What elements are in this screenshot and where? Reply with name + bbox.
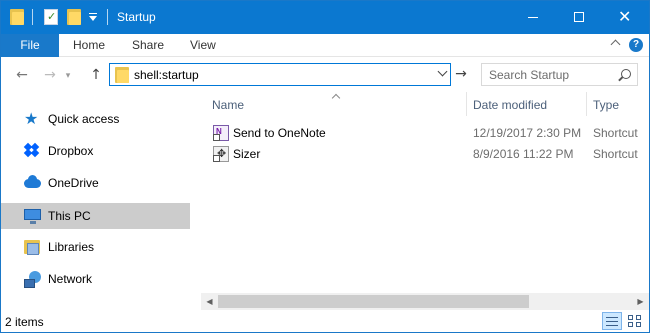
- nav-item-label: OneDrive: [48, 176, 99, 190]
- status-bar: 2 items: [1, 310, 649, 332]
- expand-ribbon-chevron-icon[interactable]: [610, 39, 622, 51]
- nav-item-label: Dropbox: [48, 144, 94, 158]
- search-icon: [621, 69, 631, 79]
- search-placeholder: Search Startup: [489, 68, 570, 82]
- nav-item-this-pc[interactable]: This PC: [1, 203, 190, 229]
- this-pc-icon: [24, 208, 42, 224]
- nav-item-libraries[interactable]: Libraries: [1, 234, 190, 260]
- details-view-button[interactable]: [602, 312, 622, 330]
- scrollbar-thumb[interactable]: [218, 295, 529, 308]
- sort-ascending-icon: [331, 92, 341, 100]
- column-header-date-modified[interactable]: Date modified: [473, 98, 547, 112]
- tab-share[interactable]: Share: [132, 34, 164, 57]
- onedrive-icon: [24, 175, 42, 191]
- maximize-button[interactable]: [556, 1, 602, 34]
- forward-button[interactable]: →: [41, 66, 59, 84]
- shortcut-arrow-icon: [213, 155, 220, 162]
- libraries-icon: [24, 239, 42, 255]
- new-folder-icon[interactable]: [67, 9, 81, 25]
- navigation-pane: ★ Quick access Dropbox OneDrive This PC …: [1, 92, 201, 310]
- customize-dropdown-icon[interactable]: [87, 12, 99, 24]
- file-date-modified: 12/19/2017 2:30 PM: [473, 126, 582, 140]
- nav-item-label: This PC: [48, 209, 91, 223]
- up-button[interactable]: ↑: [87, 66, 105, 84]
- nav-item-onedrive[interactable]: OneDrive: [1, 170, 190, 196]
- scroll-right-icon[interactable]: ▶: [632, 293, 649, 310]
- tab-home[interactable]: Home: [73, 34, 105, 57]
- onenote-shortcut-icon: N: [213, 125, 229, 141]
- file-type: Shortcut: [593, 126, 638, 140]
- sizer-shortcut-icon: ✥: [213, 146, 229, 162]
- item-count: 2 items: [5, 315, 44, 329]
- nav-item-dropbox[interactable]: Dropbox: [1, 138, 190, 164]
- search-input[interactable]: Search Startup: [481, 63, 638, 86]
- explorer-window: ✓ Startup ✕ File Home Share View ? ← → ▾…: [0, 0, 650, 333]
- properties-icon[interactable]: ✓: [44, 9, 58, 25]
- list-item[interactable]: ✥ Sizer 8/9/2016 11:22 PM Shortcut: [201, 144, 649, 165]
- list-item[interactable]: N Send to OneNote 12/19/2017 2:30 PM Sho…: [201, 123, 649, 144]
- star-icon: ★: [24, 109, 39, 128]
- nav-item-label: Network: [48, 272, 93, 286]
- large-icons-view-button[interactable]: [625, 312, 645, 330]
- window-title: Startup: [117, 10, 156, 24]
- folder-icon: [10, 9, 24, 25]
- dropbox-icon: [23, 142, 42, 159]
- nav-item-label: Libraries: [48, 240, 95, 254]
- address-row: ← → ▾ ↑ shell:startup → Search Startup: [1, 58, 649, 92]
- tab-view[interactable]: View: [190, 34, 216, 57]
- close-button[interactable]: ✕: [602, 1, 648, 34]
- title-separator: [107, 9, 108, 25]
- folder-icon: [115, 67, 129, 83]
- minimize-button[interactable]: [510, 1, 556, 34]
- file-list: Name Date modified Type N Send to OneNot…: [201, 92, 649, 310]
- help-icon[interactable]: ?: [629, 38, 643, 52]
- title-bar: ✓ Startup ✕: [1, 1, 649, 34]
- tab-file[interactable]: File: [1, 34, 59, 57]
- back-button[interactable]: ←: [13, 66, 31, 84]
- nav-item-label: Quick access: [48, 112, 120, 126]
- file-type: Shortcut: [593, 147, 638, 161]
- toolbar-separator: [32, 9, 33, 25]
- shortcut-arrow-icon: [213, 134, 220, 141]
- close-icon: ✕: [618, 7, 632, 26]
- maximize-icon: [574, 12, 584, 22]
- recent-locations-dropdown[interactable]: ▾: [63, 67, 73, 85]
- file-date-modified: 8/9/2016 11:22 PM: [473, 147, 574, 161]
- horizontal-scrollbar[interactable]: ◀ ▶: [201, 293, 649, 310]
- nav-item-quick-access[interactable]: ★ Quick access: [1, 106, 190, 132]
- column-header-type[interactable]: Type: [593, 98, 619, 112]
- column-divider[interactable]: [466, 92, 467, 116]
- ribbon-tabs: File Home Share View ?: [1, 34, 649, 57]
- network-icon: [24, 271, 42, 288]
- file-name[interactable]: Send to OneNote: [233, 126, 326, 140]
- address-bar[interactable]: shell:startup: [109, 63, 451, 86]
- scroll-left-icon[interactable]: ◀: [201, 293, 218, 310]
- nav-item-network[interactable]: Network: [1, 266, 190, 292]
- address-dropdown-icon[interactable]: [436, 67, 450, 81]
- minimize-icon: [528, 17, 538, 18]
- go-button[interactable]: →: [453, 66, 469, 82]
- column-divider[interactable]: [586, 92, 587, 116]
- column-header-name[interactable]: Name: [212, 98, 244, 112]
- file-name[interactable]: Sizer: [233, 147, 260, 161]
- address-path[interactable]: shell:startup: [134, 68, 199, 82]
